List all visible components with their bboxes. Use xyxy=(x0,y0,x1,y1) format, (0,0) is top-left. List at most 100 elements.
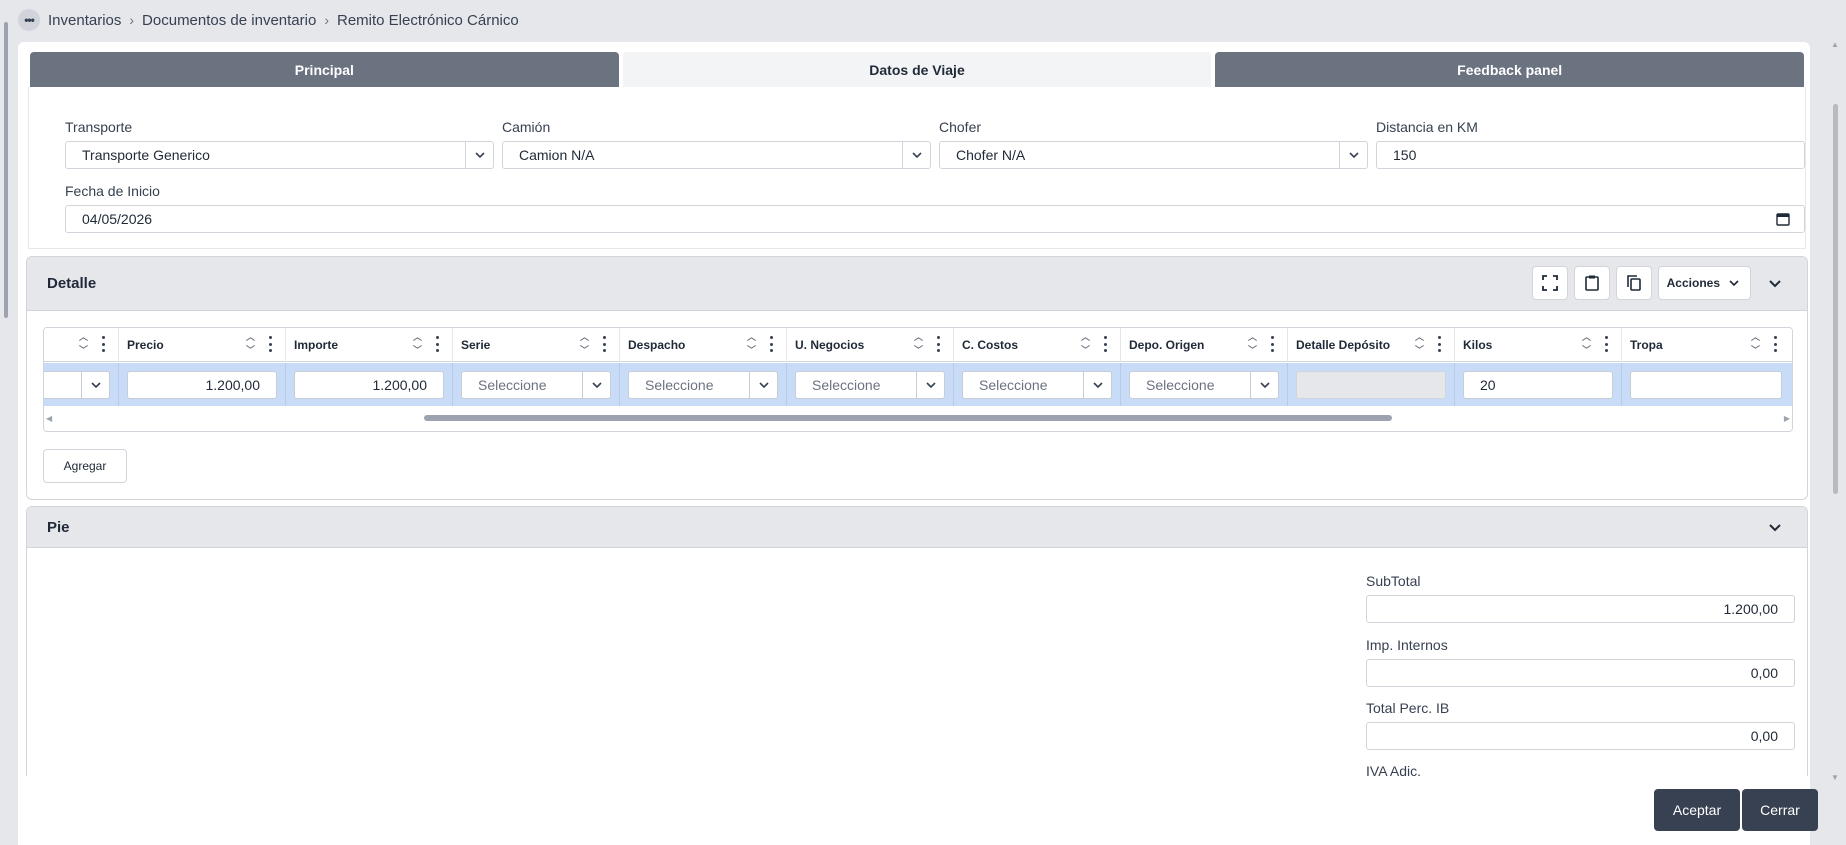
agregar-button[interactable]: Agregar xyxy=(43,449,127,483)
sort-icon[interactable]: ︿ ﹀ xyxy=(1415,331,1424,357)
grid-header-u-negocios[interactable]: U. Negocios ︿ ﹀ xyxy=(787,328,954,362)
more-icon[interactable]: ••• xyxy=(18,9,40,31)
grid-header-label: Despacho xyxy=(628,338,686,352)
sort-icon[interactable]: ︿ ﹀ xyxy=(246,331,255,357)
calendar-icon[interactable] xyxy=(1776,212,1790,226)
scroll-up-icon[interactable]: ▲ xyxy=(1831,40,1839,49)
despacho-value: Seleccione xyxy=(645,377,714,393)
sort-icon[interactable]: ︿ ﹀ xyxy=(413,331,422,357)
transporte-select[interactable]: Transporte Generico xyxy=(65,141,494,169)
c-costos-select[interactable]: Seleccione xyxy=(962,371,1112,399)
detalle-deposito-input xyxy=(1296,371,1446,399)
column-menu-icon[interactable] xyxy=(603,336,607,352)
grid-horizontal-scrollbar[interactable]: ◀ ▶ xyxy=(44,406,1792,431)
detalle-collapse-button[interactable] xyxy=(1757,266,1793,300)
grid-header-serie[interactable]: Serie ︿ ﹀ xyxy=(453,328,620,362)
column-menu-icon[interactable] xyxy=(1104,336,1108,352)
column-menu-icon[interactable] xyxy=(1438,336,1442,352)
grid-header-precio[interactable]: Precio ︿ ﹀ xyxy=(119,328,286,362)
grid-header-label: Precio xyxy=(127,338,164,352)
sort-icon[interactable]: ︿ ﹀ xyxy=(580,331,589,357)
imp-internos-input[interactable]: 0,00 xyxy=(1366,659,1795,687)
tab-datos-de-viaje[interactable]: Datos de Viaje xyxy=(622,52,1212,87)
breadcrumb-item-inventarios[interactable]: Inventarios xyxy=(48,12,121,29)
subtotal-input[interactable]: 1.200,00 xyxy=(1366,595,1795,623)
column-menu-icon[interactable] xyxy=(102,336,106,352)
scroll-left-icon[interactable]: ◀ xyxy=(46,414,52,423)
sort-icon[interactable]: ︿ ﹀ xyxy=(914,331,923,357)
right-scrollbar-thumb[interactable] xyxy=(1833,104,1838,494)
grid-cell-tropa xyxy=(1622,363,1790,407)
table-row[interactable]: 1.200,00 1.200,00 Seleccione Seleccione … xyxy=(44,363,1792,407)
pie-collapse-button[interactable] xyxy=(1757,510,1793,544)
grid-header-prev[interactable]: ︿ ﹀ xyxy=(44,328,119,362)
chevron-down-icon[interactable] xyxy=(916,372,944,398)
grid-scrollbar-thumb[interactable] xyxy=(424,415,1392,421)
camion-select[interactable]: Camion N/A xyxy=(502,141,931,169)
prev-select[interactable] xyxy=(44,371,110,399)
column-menu-icon[interactable] xyxy=(436,336,440,352)
column-menu-icon[interactable] xyxy=(770,336,774,352)
grid-cell-prev xyxy=(44,363,119,407)
importe-input[interactable]: 1.200,00 xyxy=(294,371,444,399)
column-menu-icon[interactable] xyxy=(1271,336,1275,352)
tropa-input[interactable] xyxy=(1630,371,1782,399)
sort-icon[interactable]: ︿ ﹀ xyxy=(1751,331,1760,357)
chevron-down-icon[interactable] xyxy=(1250,372,1278,398)
scroll-right-icon[interactable]: ▶ xyxy=(1784,414,1790,423)
subtotal-field: SubTotal 1.200,00 xyxy=(1366,573,1795,623)
precio-input[interactable]: 1.200,00 xyxy=(127,371,277,399)
chofer-select[interactable]: Chofer N/A xyxy=(939,141,1368,169)
chevron-right-icon: › xyxy=(129,12,135,28)
grid-header-tropa[interactable]: Tropa ︿ ﹀ xyxy=(1622,328,1790,362)
column-menu-icon[interactable] xyxy=(937,336,941,352)
grid-header-c-costos[interactable]: C. Costos ︿ ﹀ xyxy=(954,328,1121,362)
imp-internos-label: Imp. Internos xyxy=(1366,637,1448,653)
tab-feedback-panel[interactable]: Feedback panel xyxy=(1215,52,1805,87)
chevron-down-icon[interactable] xyxy=(81,372,109,398)
tab-principal[interactable]: Principal xyxy=(30,52,619,87)
right-scrollbar[interactable]: ▲ ▼ xyxy=(1830,40,1840,782)
sort-icon[interactable]: ︿ ﹀ xyxy=(1081,331,1090,357)
breadcrumb-item-documentos[interactable]: Documentos de inventario xyxy=(142,12,316,29)
chevron-down-icon[interactable] xyxy=(1083,372,1111,398)
sort-icon[interactable]: ︿ ﹀ xyxy=(1248,331,1257,357)
chevron-down-icon[interactable] xyxy=(465,142,493,168)
depo-origen-select[interactable]: Seleccione xyxy=(1129,371,1279,399)
chevron-right-icon: › xyxy=(324,12,329,28)
grid-header-despacho[interactable]: Despacho ︿ ﹀ xyxy=(620,328,787,362)
grid-header-depo-origen[interactable]: Depo. Origen ︿ ﹀ xyxy=(1121,328,1288,362)
distancia-input[interactable]: 150 xyxy=(1376,141,1805,169)
despacho-select[interactable]: Seleccione xyxy=(628,371,778,399)
chevron-down-icon[interactable] xyxy=(582,372,610,398)
serie-select[interactable]: Seleccione xyxy=(461,371,611,399)
chevron-down-icon[interactable] xyxy=(902,142,930,168)
sort-icon[interactable]: ︿ ﹀ xyxy=(747,331,756,357)
chevron-down-icon[interactable] xyxy=(1339,142,1367,168)
aceptar-button[interactable]: Aceptar xyxy=(1654,789,1740,831)
column-menu-icon[interactable] xyxy=(1605,336,1609,352)
cerrar-button[interactable]: Cerrar xyxy=(1742,789,1818,831)
kilos-input[interactable]: 20 xyxy=(1463,371,1613,399)
paste-button[interactable] xyxy=(1573,266,1610,300)
left-scrollbar-thumb[interactable] xyxy=(4,22,8,318)
acciones-dropdown[interactable]: Acciones xyxy=(1657,266,1751,300)
grid-header-detalle-deposito[interactable]: Detalle Depósito ︿ ﹀ xyxy=(1288,328,1455,362)
fecha-inicio-value: 04/05/2026 xyxy=(82,211,153,227)
fecha-inicio-input[interactable]: 04/05/2026 xyxy=(65,205,1805,233)
column-menu-icon[interactable] xyxy=(269,336,273,352)
sort-icon[interactable]: ︿ ﹀ xyxy=(1582,331,1591,357)
column-menu-icon[interactable] xyxy=(1774,336,1778,352)
fullscreen-button[interactable] xyxy=(1531,266,1568,300)
left-scrollbar[interactable] xyxy=(2,12,10,780)
u-negocios-value: Seleccione xyxy=(812,377,881,393)
copy-button[interactable] xyxy=(1615,266,1652,300)
grid-header-importe[interactable]: Importe ︿ ﹀ xyxy=(286,328,453,362)
chevron-down-icon[interactable] xyxy=(749,372,777,398)
total-perc-ib-label: Total Perc. IB xyxy=(1366,700,1450,716)
total-perc-ib-input[interactable]: 0,00 xyxy=(1366,722,1795,750)
sort-icon[interactable]: ︿ ﹀ xyxy=(79,331,88,357)
grid-header-kilos[interactable]: Kilos ︿ ﹀ xyxy=(1455,328,1622,362)
scroll-down-icon[interactable]: ▼ xyxy=(1831,773,1839,782)
u-negocios-select[interactable]: Seleccione xyxy=(795,371,945,399)
